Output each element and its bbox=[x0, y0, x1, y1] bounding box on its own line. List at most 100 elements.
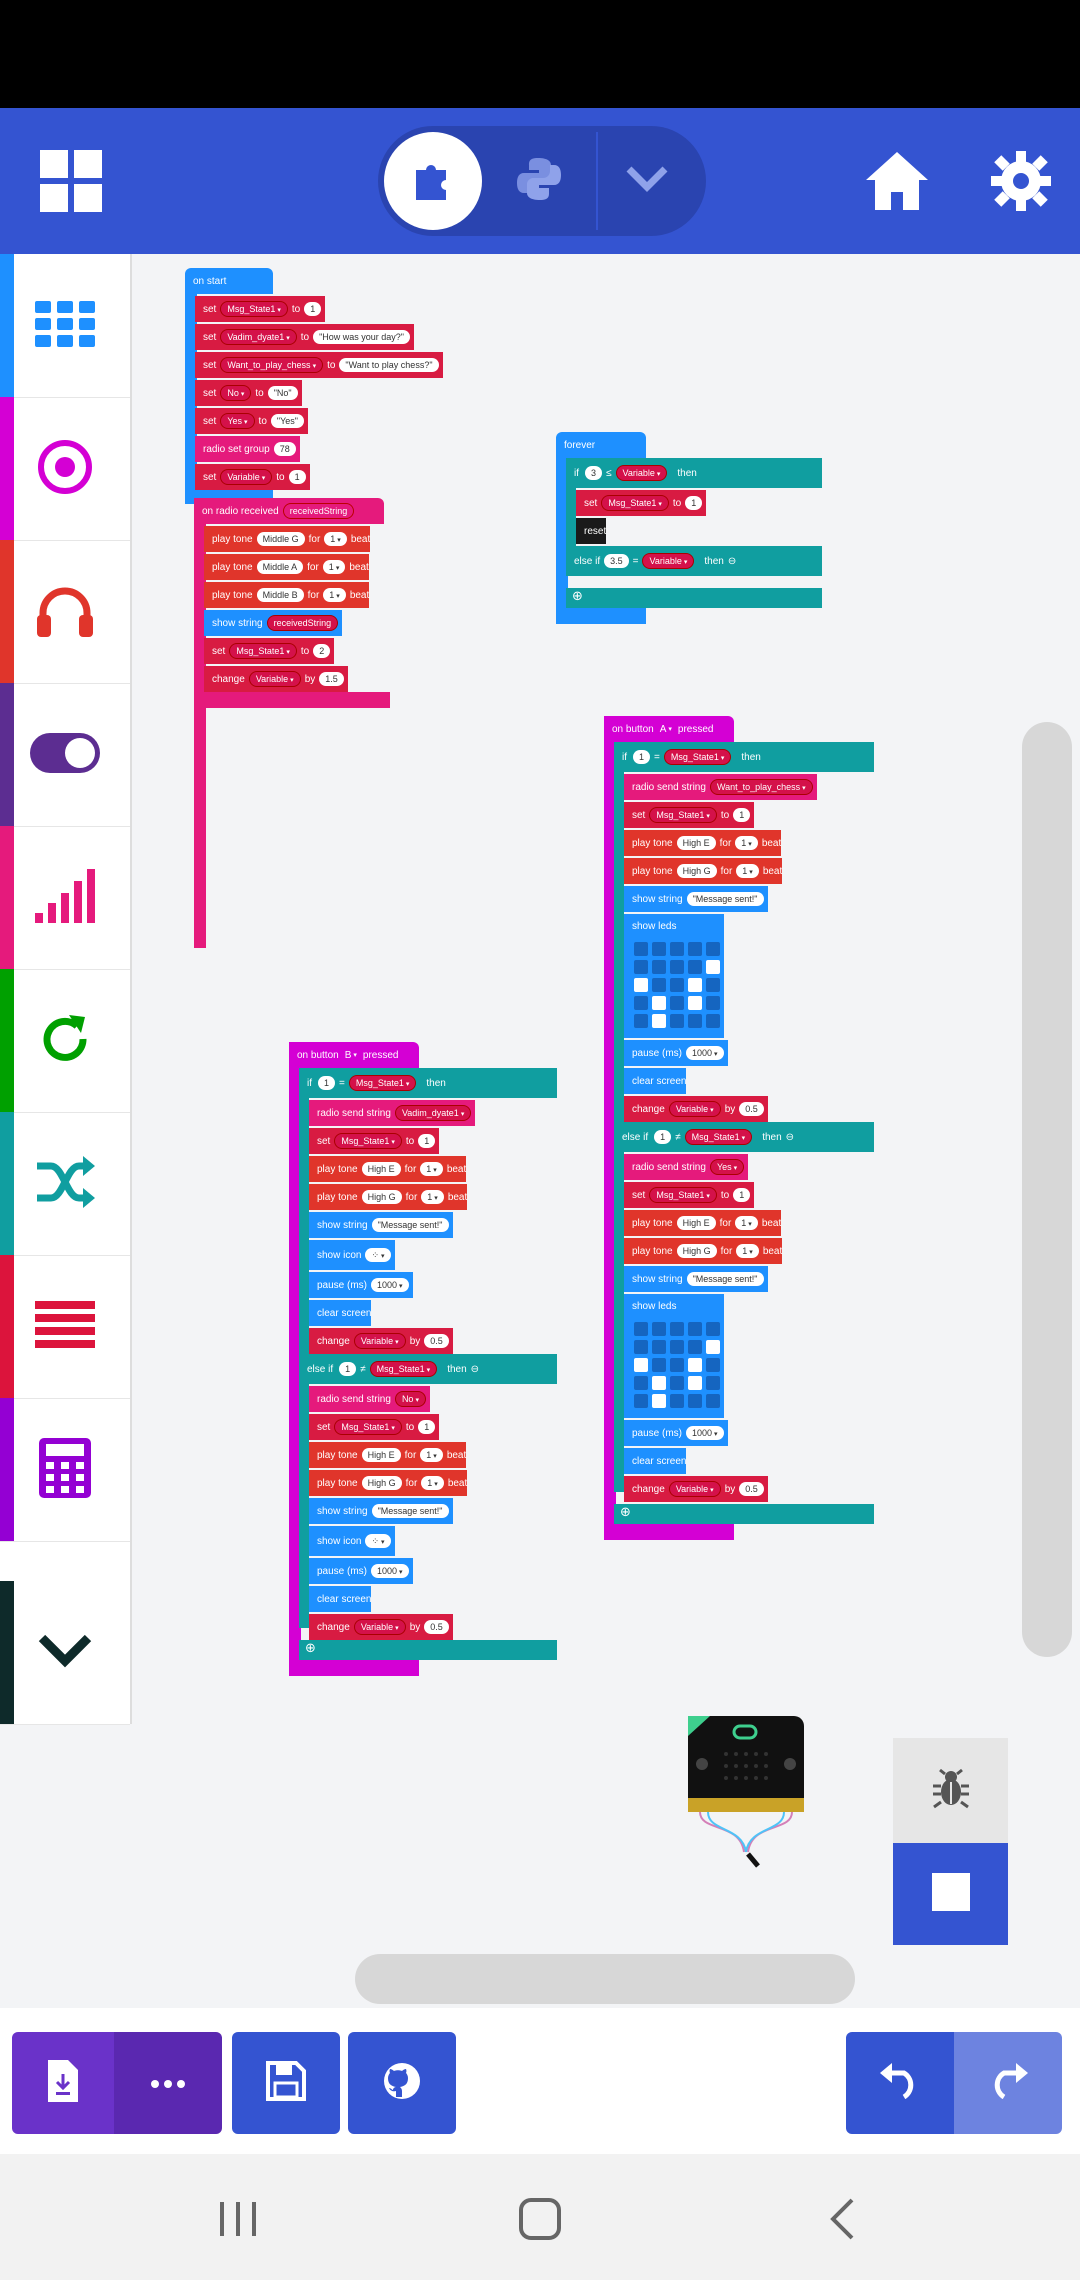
change-block[interactable]: change Variable ▾ by 0.5 bbox=[624, 1476, 768, 1502]
back-icon[interactable] bbox=[802, 2184, 882, 2254]
pause-block[interactable]: pause (ms) 1000 ▾ bbox=[309, 1558, 413, 1584]
else-if-block[interactable]: else if 1 ≠ Msg_State1 ▾ then ⊖ bbox=[614, 1122, 874, 1152]
pause-block[interactable]: pause (ms) 1000 ▾ bbox=[624, 1420, 728, 1446]
clear-screen-block[interactable]: clear screen bbox=[309, 1300, 372, 1326]
minus-icon[interactable]: ⊖ bbox=[471, 1364, 479, 1375]
download-button[interactable] bbox=[12, 2032, 114, 2134]
set-block[interactable]: set Msg_State1 ▾ to 1 bbox=[576, 490, 707, 516]
plus-icon[interactable]: ⊕ bbox=[620, 1505, 631, 1520]
github-button[interactable] bbox=[348, 2032, 456, 2134]
play-tone-block[interactable]: play tone Middle Afor 1 ▾ beat bbox=[204, 554, 369, 580]
more-actions-button[interactable] bbox=[114, 2032, 222, 2134]
blocks-mode-button[interactable] bbox=[384, 132, 482, 230]
play-tone-block[interactable]: play tone High Gfor 1 ▾ beat bbox=[624, 858, 783, 884]
show-string-block[interactable]: show string "Message sent!" bbox=[624, 886, 768, 912]
toolbox-music[interactable] bbox=[0, 540, 130, 684]
on-button-b-block[interactable]: on button B ▾ pressed bbox=[289, 1042, 419, 1068]
pause-block[interactable]: pause (ms) 1000 ▾ bbox=[624, 1040, 728, 1066]
if-block[interactable]: if 1 = Msg_State1 ▾ then bbox=[299, 1068, 557, 1098]
toolbox-basic[interactable] bbox=[0, 254, 130, 398]
gear-icon[interactable] bbox=[986, 146, 1056, 216]
radio-send-string-block[interactable]: radio send string Yes ▾ bbox=[624, 1154, 749, 1180]
on-radio-received-block[interactable]: on radio received receivedString bbox=[194, 498, 384, 524]
play-tone-block[interactable]: play tone High Gfor 1 ▾ beat bbox=[309, 1470, 468, 1496]
toolbox-input[interactable] bbox=[0, 397, 130, 541]
led-grid[interactable] bbox=[634, 942, 722, 1030]
show-leds-block[interactable]: show leds bbox=[624, 914, 724, 1038]
show-string-block[interactable]: show string "Message sent!" bbox=[309, 1212, 453, 1238]
toolbox-radio[interactable] bbox=[0, 826, 130, 970]
toolbox-math[interactable] bbox=[0, 1398, 130, 1542]
debug-button[interactable] bbox=[893, 1738, 1008, 1843]
play-tone-block[interactable]: play tone High Gfor 1 ▾ beat bbox=[624, 1238, 783, 1264]
plus-icon[interactable]: ⊕ bbox=[572, 589, 583, 604]
python-mode-button[interactable] bbox=[490, 132, 588, 230]
stop-button[interactable] bbox=[893, 1843, 1008, 1945]
set-block[interactable]: set Vadim_dyate1 ▾ to "How was your day?" bbox=[195, 324, 415, 350]
pause-block[interactable]: pause (ms) 1000 ▾ bbox=[309, 1272, 413, 1298]
play-tone-block[interactable]: play tone High Gfor 1 ▾ beat bbox=[309, 1184, 468, 1210]
set-block[interactable]: set Variable ▾ to 1 bbox=[195, 464, 310, 490]
horizontal-scrollbar[interactable] bbox=[355, 1954, 855, 2004]
radio-send-string-block[interactable]: radio send string Want_to_play_chess ▾ bbox=[624, 774, 817, 800]
radio-send-string-block[interactable]: radio send string No ▾ bbox=[309, 1386, 430, 1412]
play-tone-block[interactable]: play tone High Efor 1 ▾ beat bbox=[624, 830, 782, 856]
if-block[interactable]: if 3 ≤ Variable ▾ then bbox=[566, 458, 822, 488]
vertical-scrollbar[interactable] bbox=[1022, 722, 1072, 1657]
clear-screen-block[interactable]: clear screen bbox=[624, 1068, 687, 1094]
else-if-block[interactable]: else if33.5=Variable▾then⊖ bbox=[566, 546, 822, 576]
play-tone-block[interactable]: play tone High Efor 1 ▾ beat bbox=[309, 1442, 467, 1468]
toolbox-logic[interactable] bbox=[0, 1112, 130, 1256]
show-string-block[interactable]: show string receivedString bbox=[204, 610, 343, 636]
change-block[interactable]: change Variable ▾ by 0.5 bbox=[309, 1328, 453, 1354]
on-button-a-block[interactable]: on button A ▾ pressed bbox=[604, 716, 734, 742]
change-block[interactable]: change Variable ▾ by 0.5 bbox=[624, 1096, 768, 1122]
set-block[interactable]: set Msg_State1 ▾ to 1 bbox=[624, 1182, 755, 1208]
else-if-block[interactable]: else if 1 ≠ Msg_State1 ▾ then ⊖ bbox=[299, 1354, 557, 1384]
mode-more-button[interactable] bbox=[596, 132, 696, 230]
toolbox-loops[interactable] bbox=[0, 969, 130, 1113]
clear-screen-block[interactable]: clear screen bbox=[624, 1448, 687, 1474]
toolbox-variables[interactable] bbox=[0, 1255, 130, 1399]
set-block[interactable]: set Msg_State1 ▾ to 1 bbox=[309, 1414, 440, 1440]
radio-send-string-block[interactable]: radio send string Vadim_dyate1 ▾ bbox=[309, 1100, 476, 1126]
icon-picker[interactable]: ⁘ ▾ bbox=[365, 1534, 391, 1548]
save-button[interactable] bbox=[232, 2032, 340, 2134]
set-block[interactable]: set No ▾ to "No" bbox=[195, 380, 302, 406]
play-tone-block[interactable]: play tone Middle Gfor 1 ▾ beat bbox=[204, 526, 371, 552]
show-string-block[interactable]: show string "Message sent!" bbox=[624, 1266, 768, 1292]
show-icon-block[interactable]: show icon ⁘ ▾ bbox=[309, 1240, 395, 1270]
change-block[interactable]: change Variable ▾ by 1.5 bbox=[204, 666, 348, 692]
plus-icon[interactable]: ⊕ bbox=[305, 1641, 316, 1656]
home-icon[interactable] bbox=[862, 146, 932, 216]
show-string-block[interactable]: show string "Message sent!" bbox=[309, 1498, 453, 1524]
play-tone-block[interactable]: play tone Middle Bfor 1 ▾ beat bbox=[204, 582, 370, 608]
change-block[interactable]: change Variable ▾ by 0.5 bbox=[309, 1614, 453, 1640]
play-tone-block[interactable]: play tone High Efor 1 ▾ beat bbox=[624, 1210, 782, 1236]
toolbox-led[interactable] bbox=[0, 683, 130, 827]
minus-icon[interactable]: ⊖ bbox=[786, 1132, 794, 1143]
set-block[interactable]: set Msg_State1 ▾ to 1 bbox=[624, 802, 755, 828]
set-block[interactable]: set Want_to_play_chess ▾ to "Want to play ch… bbox=[195, 352, 443, 378]
radio-set-group-block[interactable]: radio set group 78 bbox=[195, 436, 300, 462]
toolbox-more[interactable] bbox=[0, 1581, 130, 1725]
set-block[interactable]: set Msg_State1 ▾ to 1 bbox=[195, 296, 326, 322]
grid-icon[interactable] bbox=[40, 150, 102, 212]
set-block[interactable]: set Msg_State1 ▾ to 1 bbox=[309, 1128, 440, 1154]
play-tone-block[interactable]: play tone High Efor 1 ▾ beat bbox=[309, 1156, 467, 1182]
clear-screen-block[interactable]: clear screen bbox=[309, 1586, 372, 1612]
show-leds-block[interactable]: show leds bbox=[624, 1294, 724, 1418]
set-block[interactable]: set Msg_State1 ▾ to 2 bbox=[204, 638, 335, 664]
minus-icon[interactable]: ⊖ bbox=[728, 556, 736, 567]
icon-picker[interactable]: ⁘ ▾ bbox=[365, 1248, 391, 1262]
set-block[interactable]: set Yes ▾ to "Yes" bbox=[195, 408, 308, 434]
microbit-simulator[interactable] bbox=[688, 1716, 804, 1868]
home-nav-icon[interactable] bbox=[500, 2184, 580, 2254]
if-block[interactable]: if 1 = Msg_State1 ▾ then bbox=[614, 742, 874, 772]
reset-block[interactable]: reset bbox=[576, 518, 607, 544]
led-grid[interactable] bbox=[634, 1322, 722, 1410]
undo-button[interactable] bbox=[846, 2032, 954, 2134]
show-icon-block[interactable]: show icon ⁘ ▾ bbox=[309, 1526, 395, 1556]
redo-button[interactable] bbox=[954, 2032, 1062, 2134]
recent-apps-icon[interactable] bbox=[198, 2184, 278, 2254]
